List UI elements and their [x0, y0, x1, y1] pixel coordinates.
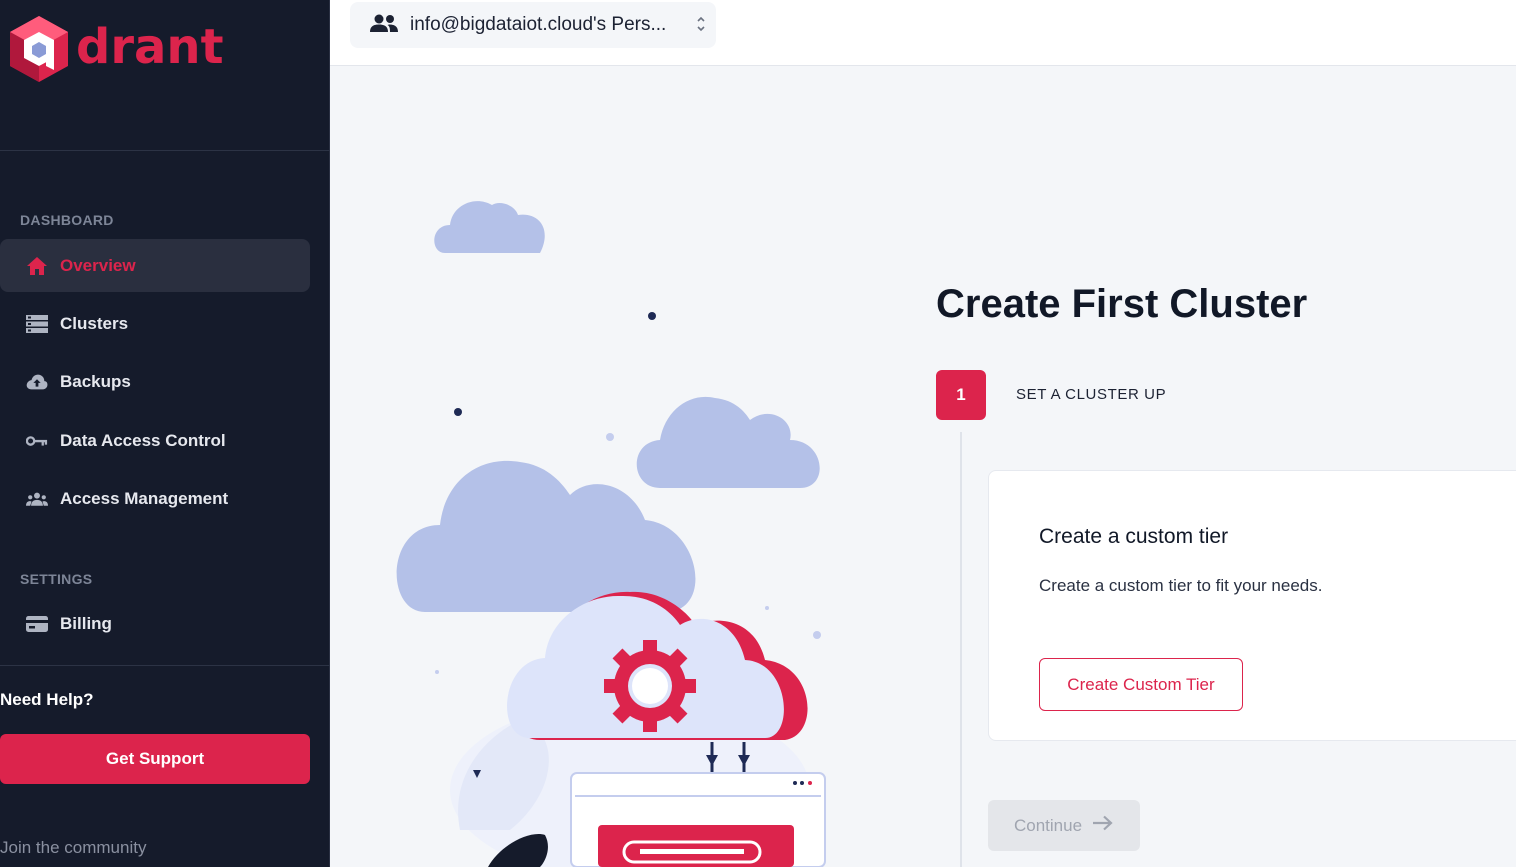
qdrant-logo[interactable]: drant — [8, 14, 224, 84]
join-community-link[interactable]: Join the community — [0, 838, 146, 858]
step-number-badge: 1 — [936, 370, 986, 420]
card-description: Create a custom tier to fit your needs. — [1039, 576, 1323, 595]
sidebar-item-clusters[interactable]: Clusters — [0, 297, 310, 350]
sidebar-item-billing[interactable]: Billing — [0, 597, 310, 650]
step-connector-line — [960, 432, 962, 867]
topbar: info@bigdataiot.cloud's Pers... — [330, 0, 1516, 66]
sidebar-item-label: Billing — [60, 613, 112, 633]
users-icon — [370, 14, 398, 37]
key-icon — [26, 430, 48, 452]
section-label-settings: SETTINGS — [20, 571, 93, 587]
arrow-right-icon — [1092, 815, 1114, 836]
page-title: Create First Cluster — [936, 282, 1308, 326]
credit-card-icon — [26, 613, 48, 635]
server-icon — [26, 313, 48, 335]
sidebar-item-label: Backups — [60, 371, 131, 391]
account-selector[interactable]: info@bigdataiot.cloud's Pers... — [350, 2, 716, 48]
cloud-cluster-illustration — [396, 201, 826, 867]
continue-label: Continue — [1013, 815, 1083, 835]
sidebar-item-overview[interactable]: Overview — [0, 239, 310, 292]
create-custom-tier-button[interactable]: Create Custom Tier — [1039, 658, 1243, 711]
home-icon — [26, 255, 48, 277]
sidebar-divider — [0, 665, 330, 666]
qdrant-cube-icon — [10, 16, 68, 82]
cloud-upload-icon — [26, 371, 48, 393]
sidebar-divider — [0, 150, 330, 151]
sidebar-item-backups[interactable]: Backups — [0, 355, 310, 408]
sidebar-item-label: Overview — [60, 255, 136, 275]
sidebar-item-access-management[interactable]: Access Management — [0, 472, 310, 525]
continue-button[interactable]: Continue — [988, 800, 1140, 851]
card-title: Create a custom tier — [1039, 525, 1229, 548]
sidebar-item-label: Access Management — [60, 488, 229, 508]
step-label: SET A CLUSTER UP — [1016, 386, 1167, 403]
sidebar-item-label: Data Access Control — [60, 430, 226, 450]
custom-tier-card: Create a custom tier Create a custom tie… — [988, 470, 1516, 741]
get-support-button[interactable]: Get Support — [0, 734, 310, 784]
need-help-heading: Need Help? — [0, 690, 94, 709]
sidebar: drant DASHBOARD Overview Clusters Backup… — [0, 0, 330, 867]
account-name: info@bigdataiot.cloud's Pers... — [410, 14, 667, 35]
people-icon — [26, 488, 48, 510]
sidebar-item-data-access-control[interactable]: Data Access Control — [0, 414, 310, 467]
chevron-updown-icon — [696, 15, 706, 38]
sidebar-item-label: Clusters — [60, 313, 129, 333]
logo-text: drant — [76, 19, 224, 75]
section-label-dashboard: DASHBOARD — [20, 212, 114, 228]
